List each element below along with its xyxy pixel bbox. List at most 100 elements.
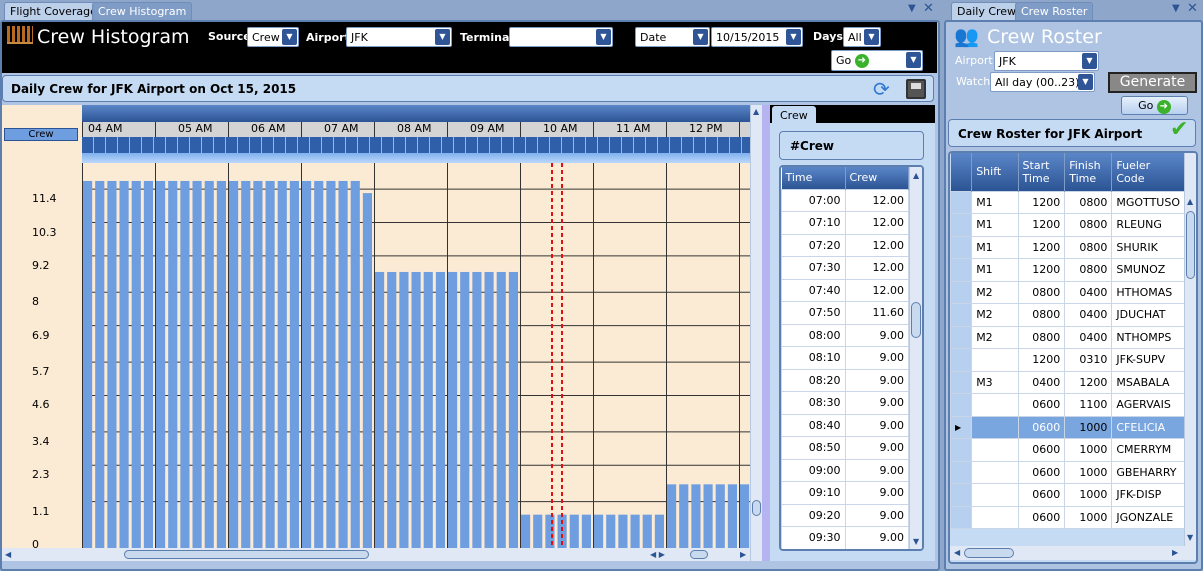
table-row[interactable]: 09:30 9.00	[781, 526, 909, 549]
table-row[interactable]: 0600 1100 AGERVAIS	[950, 393, 1185, 417]
tab-crew-histogram[interactable]: Crew Histogram	[92, 2, 193, 20]
crew-grid-scrollbar[interactable]: ▲ ▼	[909, 167, 922, 549]
scrollbar-thumb[interactable]	[964, 548, 1014, 558]
table-row[interactable]: 09:20 9.00	[781, 503, 909, 527]
column-header-crew[interactable]: Crew	[845, 167, 909, 189]
tab-crew[interactable]: Crew	[772, 106, 816, 124]
roster-airport-select[interactable]: JFK ▼	[994, 51, 1099, 71]
tab-daily-crew[interactable]: Daily Crew	[951, 2, 1023, 20]
row-header[interactable]	[950, 348, 973, 372]
row-header[interactable]	[950, 438, 973, 462]
table-row[interactable]: 07:40 12.00	[781, 278, 909, 302]
table-row[interactable]: 0600 1000 JGONZALE	[950, 505, 1185, 529]
source-select[interactable]: Crew ▼	[247, 27, 299, 47]
table-row[interactable]: 08:30 9.00	[781, 391, 909, 415]
scroll-right-icon[interactable]: ▶	[1172, 548, 1178, 557]
tab-flight-coverage[interactable]: Flight Coverage	[4, 2, 103, 20]
column-header-fueler-code[interactable]: Fueler Code	[1111, 153, 1185, 191]
row-header[interactable]	[950, 235, 973, 259]
row-header[interactable]	[950, 303, 973, 327]
days-select[interactable]: All ▼	[843, 27, 881, 47]
table-row[interactable]: 09:00 9.00	[781, 458, 909, 482]
scroll-up-icon[interactable]: ▲	[1187, 197, 1193, 206]
table-row[interactable]: M2 0800 0400 JDUCHAT	[950, 303, 1185, 327]
terminal-select[interactable]: ▼	[509, 27, 613, 47]
scrollbar-thumb[interactable]	[911, 302, 921, 338]
table-row[interactable]: M1 1200 0800 SHURIK	[950, 235, 1185, 259]
scroll-right-icon[interactable]: ▶	[740, 550, 746, 559]
table-row[interactable]: 0600 1000 GBEHARRY	[950, 460, 1185, 484]
watch-select[interactable]: All day (00..23) ▼	[990, 72, 1095, 92]
table-row[interactable]: M2 0800 0400 HTHOMAS	[950, 280, 1185, 304]
roster-vertical-scrollbar[interactable]: ▲ ▼	[1184, 153, 1196, 546]
histogram-subtitle-bar: Daily Crew for JFK Airport on Oct 15, 20…	[2, 75, 934, 102]
table-row[interactable]: 07:30 12.00	[781, 256, 909, 280]
scroll-right-icon[interactable]: ◀ ▶	[650, 550, 665, 559]
scroll-down-icon[interactable]: ▼	[913, 537, 919, 546]
table-row[interactable]: 0600 1000 CMERRYM	[950, 438, 1185, 462]
column-header-shift[interactable]: Shift	[971, 153, 1019, 191]
scrollbar-thumb[interactable]	[1186, 211, 1195, 279]
table-row[interactable]: 07:50 11.60	[781, 301, 909, 325]
tab-crew-roster[interactable]: Crew Roster	[1015, 2, 1094, 20]
table-row[interactable]: M1 1200 0800 RLEUNG	[950, 213, 1185, 237]
table-row[interactable]: M1 1200 0800 MGOTTUSO	[950, 190, 1185, 214]
row-header[interactable]	[950, 505, 973, 529]
row-header[interactable]	[950, 393, 973, 417]
column-header-finish-time[interactable]: Finish Time	[1064, 153, 1113, 191]
table-row[interactable]: ▶ 0600 1000 CFELICIA	[950, 415, 1185, 439]
scroll-up-icon[interactable]: ▲	[913, 171, 919, 180]
table-row[interactable]: 1200 0310 JFK-SUPV	[950, 348, 1185, 372]
refresh-icon[interactable]: ⟳	[873, 77, 890, 101]
generate-button[interactable]: Generate	[1108, 72, 1197, 93]
zoom-slider[interactable]	[690, 550, 708, 559]
table-row[interactable]: M3 0400 1200 MSABALA	[950, 370, 1185, 394]
table-row[interactable]: 07:00 12.00	[781, 188, 909, 212]
scroll-left-icon[interactable]: ◀	[954, 548, 960, 557]
table-row[interactable]: 08:10 9.00	[781, 346, 909, 370]
table-row[interactable]: 09:10 9.00	[781, 481, 909, 505]
row-header[interactable]: ▶	[950, 415, 973, 439]
row-header[interactable]	[950, 370, 973, 394]
scroll-left-icon[interactable]: ◀	[5, 550, 11, 559]
scrollbar-thumb[interactable]	[124, 550, 369, 559]
go-button[interactable]: Go ➜ ▼	[831, 50, 923, 71]
time-cell: 08:00	[781, 323, 846, 347]
panel-menu-icon[interactable]: ▼	[1172, 3, 1180, 14]
shift-cell: M2	[971, 325, 1019, 349]
scroll-up-icon[interactable]: ▲	[753, 107, 759, 116]
table-row[interactable]: 07:10 12.00	[781, 211, 909, 235]
date-mode-select[interactable]: Date ▼	[635, 27, 710, 47]
save-icon[interactable]	[906, 79, 926, 99]
row-header[interactable]	[950, 213, 973, 237]
row-header[interactable]	[950, 483, 973, 507]
airport-select[interactable]: JFK ▼	[346, 27, 452, 47]
table-row[interactable]: M1 1200 0800 SMUNOZ	[950, 258, 1185, 282]
days-value: All	[848, 31, 862, 44]
column-header-time[interactable]: Time	[781, 167, 846, 189]
table-row[interactable]: 08:50 9.00	[781, 436, 909, 460]
row-header[interactable]	[950, 258, 973, 282]
chart-horizontal-scrollbar[interactable]: ◀ ◀ ▶ ▶	[2, 548, 750, 561]
roster-horizontal-scrollbar[interactable]: ◀ ▶	[950, 546, 1196, 560]
splitter[interactable]	[762, 105, 770, 561]
table-row[interactable]: 07:20 12.00	[781, 233, 909, 257]
row-header[interactable]	[950, 280, 973, 304]
table-row[interactable]: 08:40 9.00	[781, 413, 909, 437]
column-header-start-time[interactable]: Start Time	[1018, 153, 1066, 191]
roster-go-button[interactable]: Go ➜	[1121, 96, 1188, 115]
scrollbar-thumb[interactable]	[752, 500, 761, 516]
table-row[interactable]: 08:00 9.00	[781, 323, 909, 347]
row-header[interactable]	[950, 190, 973, 214]
table-row[interactable]: 0600 1000 JFK-DISP	[950, 483, 1185, 507]
panel-menu-icon[interactable]: ▼	[908, 3, 916, 14]
chart-vertical-scrollbar[interactable]: ▲	[750, 105, 762, 561]
row-header[interactable]	[950, 325, 973, 349]
table-row[interactable]: M2 0800 0400 NTHOMPS	[950, 325, 1185, 349]
close-icon[interactable]: ✕	[1187, 1, 1198, 16]
row-header[interactable]	[950, 460, 973, 484]
close-icon[interactable]: ✕	[923, 1, 934, 16]
date-picker[interactable]: 10/15/2015 ▼	[711, 27, 803, 47]
table-row[interactable]: 08:20 9.00	[781, 368, 909, 392]
scroll-down-icon[interactable]: ▼	[1187, 533, 1193, 542]
